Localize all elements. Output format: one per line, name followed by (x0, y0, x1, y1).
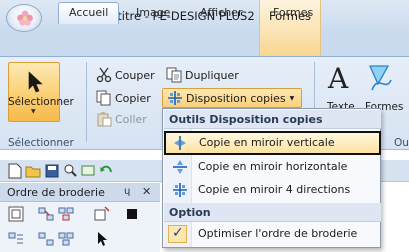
optimize-checkbox[interactable]: ✓ (168, 225, 187, 243)
sort-icon[interactable] (38, 206, 54, 222)
mirror-copies-icon (168, 91, 182, 105)
open-folder-icon[interactable] (25, 163, 41, 179)
group-separator (86, 62, 87, 142)
tab-formes[interactable]: Formes (273, 6, 313, 19)
save-icon[interactable] (45, 163, 59, 179)
duplicate-button[interactable]: Dupliquer (166, 66, 239, 84)
context-tab-band (259, 32, 321, 56)
merge-icon[interactable] (58, 206, 74, 222)
menu-item-label: Copie en miroir horizontale (198, 160, 348, 173)
layout-copies-button[interactable]: Disposition copies ▼ (162, 88, 302, 108)
layout-copies-menu: Outils Disposition copies Copie en miroi… (162, 108, 381, 248)
preview-icon[interactable] (81, 163, 95, 179)
copy-button[interactable]: Copier (96, 89, 151, 107)
layout-copies-dropdown-icon: ▼ (289, 94, 295, 102)
flower-logo-icon (17, 10, 33, 26)
tab-accueil[interactable]: Accueil (58, 2, 120, 24)
text-tool-icon[interactable]: A (328, 62, 348, 95)
pin-icon[interactable]: ɥ (124, 186, 130, 197)
tab-afficher[interactable]: Afficher (200, 6, 242, 19)
select-button[interactable]: Sélectionner ▼ (8, 62, 74, 122)
menu-item-label: Optimiser l'ordre de broderie (198, 227, 358, 240)
select-dropdown-arrow-icon: ▼ (31, 108, 36, 115)
menu-item-label: Copie en miroir verticale (199, 136, 335, 149)
new-file-icon[interactable] (8, 163, 22, 179)
menu-section-header: Outils Disposition copies (164, 110, 381, 129)
panel-header: Ordre de broderie ɥ ✕ (0, 183, 160, 202)
panel-body (0, 202, 160, 252)
four-direction-mirror-icon (173, 183, 187, 197)
tab-image[interactable]: Image (136, 6, 170, 19)
pointer-icon[interactable] (94, 231, 110, 247)
menu-option-header: Option (164, 203, 381, 222)
stop-icon[interactable] (124, 206, 140, 222)
cut-label: Couper (115, 68, 155, 82)
menu-item-label: Copie en miroir 4 directions (198, 183, 351, 196)
paste-label: Coller (115, 112, 147, 126)
paste-button[interactable]: Coller (96, 110, 147, 128)
copy-icon (96, 90, 111, 106)
paste-icon (97, 112, 112, 127)
duplicate-label: Dupliquer (185, 68, 239, 82)
arrow-cursor-icon (28, 71, 43, 93)
split-icon[interactable] (94, 206, 110, 222)
select-group-label: Sélectionner (8, 137, 74, 149)
menu-item-optimize-order[interactable]: ✓ Optimiser l'ordre de broderie (164, 223, 381, 245)
color-sort-icon[interactable] (38, 231, 54, 247)
truncated-group-label: Ou (394, 137, 409, 149)
color-merge-icon[interactable] (58, 231, 74, 247)
select-button-label: Sélectionner (8, 96, 74, 108)
undo-icon[interactable] (99, 163, 113, 179)
panel-title: Ordre de broderie (7, 186, 105, 199)
ribbon-tabs (0, 32, 409, 56)
menu-item-horizontal-mirror[interactable]: Copie en miroir horizontale (164, 156, 381, 178)
copy-label: Copier (115, 91, 151, 105)
scissors-icon (96, 67, 112, 83)
close-icon[interactable]: ✕ (142, 185, 151, 198)
checkmark-icon: ✓ (172, 225, 184, 241)
vertical-mirror-icon (174, 136, 186, 150)
zoom-icon[interactable] (63, 163, 77, 179)
application-menu-button[interactable] (6, 4, 42, 32)
shapes-tool-icon[interactable] (364, 62, 394, 94)
group-view-icon[interactable] (8, 206, 24, 222)
order-icon[interactable] (8, 231, 24, 247)
duplicate-icon (166, 67, 182, 83)
menu-item-four-direction-mirror[interactable]: Copie en miroir 4 directions (164, 179, 381, 201)
horizontal-mirror-icon (173, 160, 187, 174)
menu-item-vertical-mirror[interactable]: Copie en miroir verticale (164, 131, 381, 155)
cut-button[interactable]: Couper (96, 66, 155, 84)
layout-copies-label: Disposition copies (186, 91, 286, 105)
